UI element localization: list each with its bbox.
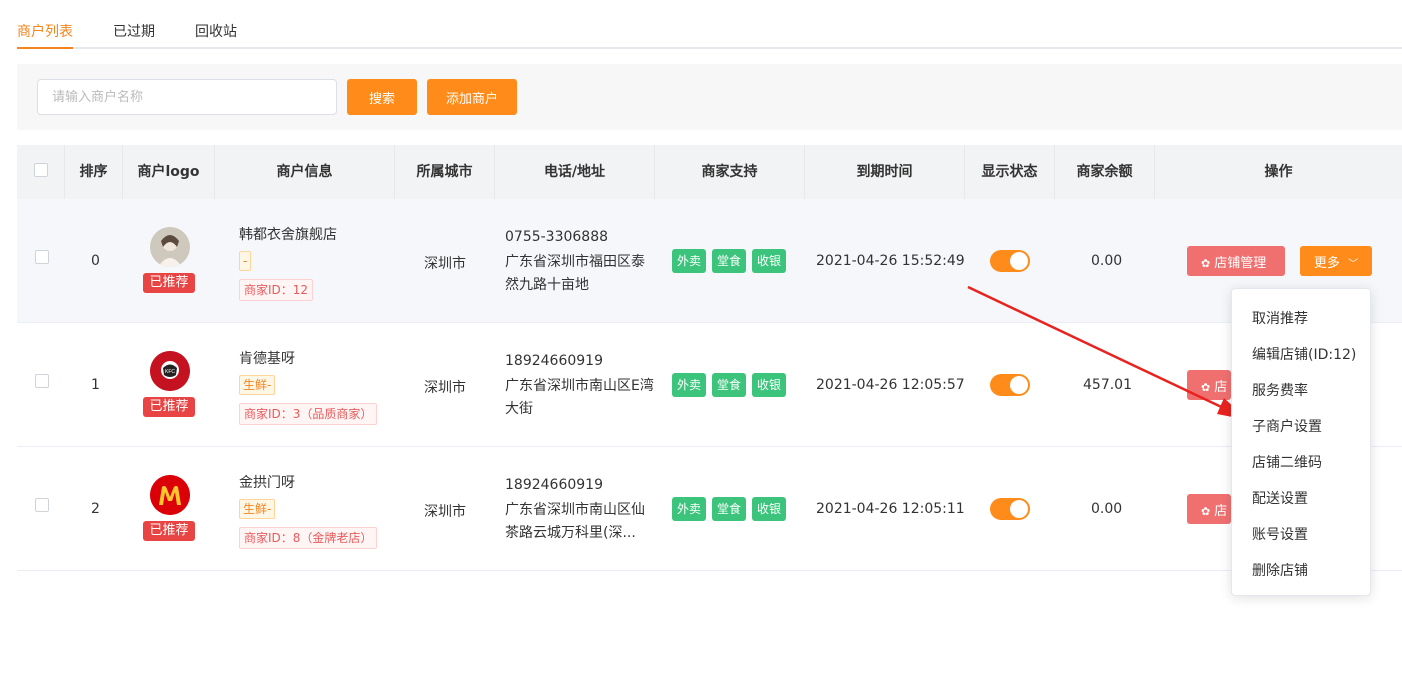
visibility-toggle[interactable]	[990, 250, 1030, 272]
search-toolbar: 搜索 添加商户	[17, 64, 1402, 130]
tab-expired[interactable]: 已过期	[113, 21, 155, 41]
shop-manage-button[interactable]: ✿ 店铺管理	[1187, 246, 1285, 276]
address: 广东省深圳市南山区仙茶路云城万科里(深...	[505, 502, 645, 541]
shop-manage-label: 店	[1214, 503, 1228, 519]
row-sort: 1	[91, 377, 100, 393]
merchant-search-input[interactable]	[37, 79, 337, 115]
table-header: 排序 商户logo 商户信息 所属城市 电话/地址 商家支持 到期时间 显示状态…	[17, 145, 1402, 199]
menu-item-delivery-settings[interactable]: 配送设置	[1252, 488, 1308, 508]
table-row	[17, 571, 1402, 695]
shop-manage-button[interactable]: ✿ 店	[1187, 494, 1231, 524]
recommended-badge: 已推荐	[143, 273, 195, 293]
shop-manage-button[interactable]: ✿ 店	[1187, 370, 1231, 400]
merchant-logo	[150, 227, 190, 267]
support-tag-dine-in: 堂食	[712, 249, 747, 273]
row-checkbox[interactable]	[35, 498, 49, 512]
recommended-badge: 已推荐	[143, 397, 195, 417]
merchant-id-tag: 商家ID：8（金牌老店）	[239, 527, 378, 549]
merchant-name: 韩都衣舍旗舰店	[239, 227, 337, 243]
header-logo: 商户logo	[123, 145, 215, 199]
phone: 18924660919	[505, 477, 603, 493]
category-tag: -	[239, 251, 252, 271]
header-sort: 排序	[65, 145, 123, 199]
add-merchant-button[interactable]: 添加商户	[427, 79, 517, 115]
visibility-toggle[interactable]	[990, 498, 1030, 520]
shop-manage-label: 店	[1214, 379, 1228, 395]
gear-icon: ✿	[1201, 504, 1211, 518]
row-sort: 2	[91, 501, 100, 517]
menu-item-service-rate[interactable]: 服务费率	[1252, 380, 1308, 400]
header-city: 所属城市	[395, 145, 495, 199]
svg-text:KFC: KFC	[165, 369, 175, 375]
header-select-cell	[17, 145, 65, 199]
header-actions: 操作	[1264, 164, 1293, 180]
address: 广东省深圳市福田区泰然九路十亩地	[505, 254, 645, 293]
menu-item-edit-shop[interactable]: 编辑店铺(ID:12)	[1252, 344, 1356, 364]
city: 深圳市	[424, 504, 466, 520]
menu-item-sub-merchant-settings[interactable]: 子商户设置	[1252, 416, 1322, 436]
row-checkbox[interactable]	[35, 374, 49, 388]
header-support: 商家支持	[655, 145, 805, 199]
tab-recycle-bin[interactable]: 回收站	[195, 21, 237, 41]
support-tag-cashier: 收银	[752, 373, 787, 397]
support-tag-delivery: 外卖	[672, 497, 707, 521]
header-visible: 显示状态	[965, 145, 1055, 199]
phone: 0755-3306888	[505, 229, 609, 245]
support-tag-delivery: 外卖	[672, 249, 707, 273]
more-button[interactable]: 更多 ﹀	[1300, 246, 1372, 276]
header-phone-address: 电话/地址	[495, 145, 655, 199]
table-row: 1 KFC 已推荐 肯德基呀 生鲜- 商家ID：3（品质商家） 深圳市 1892…	[17, 323, 1402, 447]
expire-time: 2021-04-26 12:05:57	[816, 377, 965, 393]
merchant-logo	[150, 475, 190, 515]
support-tag-delivery: 外卖	[672, 373, 707, 397]
table-row: 2 已推荐 金拱门呀 生鲜- 商家ID：8（金牌老店） 深圳市 18924660…	[17, 447, 1402, 571]
menu-item-account-settings[interactable]: 账号设置	[1252, 524, 1308, 544]
city: 深圳市	[424, 256, 466, 272]
more-dropdown-menu: 取消推荐 编辑店铺(ID:12) 服务费率 子商户设置 店铺二维码 配送设置 账…	[1231, 288, 1371, 596]
merchant-id-tag: 商家ID：12	[239, 279, 314, 301]
city: 深圳市	[424, 380, 466, 396]
shop-manage-label: 店铺管理	[1214, 255, 1267, 271]
merchant-logo: KFC	[150, 351, 190, 391]
support-tag-cashier: 收银	[752, 497, 787, 521]
expire-time: 2021-04-26 15:52:49	[816, 253, 965, 269]
menu-item-shop-qrcode[interactable]: 店铺二维码	[1252, 452, 1322, 472]
merchant-id-tag: 商家ID：3（品质商家）	[239, 403, 378, 425]
support-tag-cashier: 收银	[752, 249, 787, 273]
header-expire: 到期时间	[805, 145, 965, 199]
tab-merchant-list[interactable]: 商户列表	[17, 21, 73, 41]
row-sort: 0	[91, 253, 100, 269]
chevron-down-icon: ﹀	[1348, 258, 1359, 270]
recommended-badge: 已推荐	[143, 521, 195, 541]
balance: 0.00	[1091, 501, 1123, 517]
gear-icon: ✿	[1201, 256, 1211, 270]
menu-item-delete-shop[interactable]: 删除店铺	[1252, 560, 1308, 580]
select-all-checkbox[interactable]	[34, 163, 48, 177]
more-label: 更多	[1313, 255, 1340, 271]
table-row: 0 已推荐 韩都衣舍旗舰店 - 商家ID：12 深圳市 0755-3306888…	[17, 199, 1402, 323]
search-button[interactable]: 搜索	[347, 79, 417, 115]
expire-time: 2021-04-26 12:05:11	[816, 501, 965, 517]
balance: 0.00	[1091, 253, 1123, 269]
phone: 18924660919	[505, 353, 603, 369]
support-tag-dine-in: 堂食	[712, 497, 747, 521]
gear-icon: ✿	[1201, 380, 1211, 394]
row-checkbox[interactable]	[35, 250, 49, 264]
address: 广东省深圳市南山区E湾大街	[505, 378, 654, 417]
merchant-name: 肯德基呀	[239, 351, 295, 367]
active-tab-indicator	[17, 47, 73, 49]
header-info: 商户信息	[215, 145, 395, 199]
balance: 457.01	[1083, 377, 1132, 393]
tab-bar: 商户列表 已过期 回收站	[17, 0, 1402, 49]
header-balance: 商家余额	[1055, 145, 1155, 199]
menu-item-cancel-recommend[interactable]: 取消推荐	[1252, 308, 1308, 328]
merchant-name: 金拱门呀	[239, 475, 295, 491]
support-tag-dine-in: 堂食	[712, 373, 747, 397]
category-tag: 生鲜-	[239, 375, 276, 395]
category-tag: 生鲜-	[239, 499, 276, 519]
visibility-toggle[interactable]	[990, 374, 1030, 396]
